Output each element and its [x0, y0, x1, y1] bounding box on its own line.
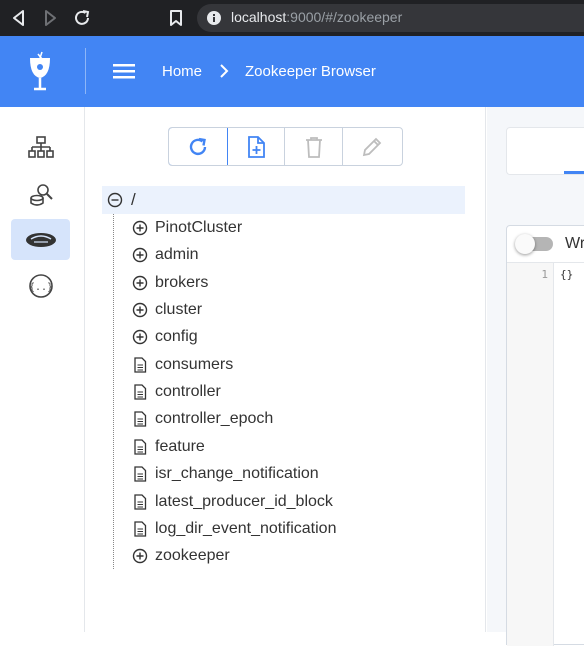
expand-icon[interactable]	[132, 548, 148, 564]
tree-node[interactable]: consumers	[132, 353, 233, 377]
editor-toolbar: Wr	[507, 226, 584, 263]
cluster-tree-icon	[27, 135, 54, 158]
tree-toolbar	[168, 127, 403, 166]
breadcrumb-current: Zookeeper Browser	[245, 63, 376, 80]
wrap-toggle-knob[interactable]	[515, 234, 535, 254]
pinot-logo-icon[interactable]	[26, 50, 54, 92]
tree-node-label: cluster	[155, 301, 203, 319]
left-sidebar: {..}	[0, 107, 85, 632]
tree-node[interactable]: cluster	[132, 298, 202, 322]
file-icon	[132, 493, 148, 510]
tree-node-label: brokers	[155, 273, 209, 291]
tree-node-label: PinotCluster	[155, 219, 243, 236]
app-header: Home Zookeeper Browser	[0, 36, 584, 107]
browser-toolbar: localhost:9000/#/zookeeper	[0, 0, 584, 36]
expand-icon[interactable]	[132, 329, 148, 345]
query-console-icon	[29, 183, 53, 206]
url-host: localhost	[231, 9, 287, 25]
tree-node-label: log_dir_event_notification	[155, 519, 337, 537]
tree-node-label: feature	[155, 437, 205, 455]
tree-node-label: consumers	[155, 355, 234, 373]
file-icon	[132, 411, 148, 428]
refresh-icon	[189, 137, 207, 155]
active-tab-indicator	[564, 171, 584, 174]
url-path: :9000/#/zookeeper	[286, 9, 403, 25]
line-gutter: 1	[507, 263, 554, 646]
tree-node[interactable]: latest_producer_id_block	[132, 490, 333, 514]
line-number: 1	[541, 268, 548, 281]
file-icon	[132, 466, 148, 482]
tree-node-label: controller	[155, 383, 221, 401]
tree-root-label: /	[131, 190, 136, 209]
reload-icon[interactable]	[72, 8, 92, 28]
tree-guide-line	[113, 214, 114, 569]
edit-button[interactable]	[343, 128, 401, 165]
tree-node[interactable]: controller	[132, 380, 221, 404]
tree-node-label: config	[155, 328, 198, 346]
tree-node-label: isr_change_notification	[155, 465, 319, 483]
tree-root-row[interactable]: /	[102, 186, 465, 214]
breadcrumb-home[interactable]: Home	[162, 63, 202, 80]
collapse-icon[interactable]	[107, 192, 123, 208]
sidebar-item-cluster-manager[interactable]	[11, 127, 70, 168]
refresh-button[interactable]	[169, 128, 228, 165]
details-tabs	[506, 127, 584, 175]
zookeeper-tree-panel: / PinotCluster admin brokers cluster config c…	[86, 107, 486, 632]
expand-icon[interactable]	[132, 275, 148, 291]
tree-node[interactable]: admin	[132, 243, 199, 267]
sidebar-item-swagger[interactable]: {..}	[11, 265, 70, 306]
expand-icon[interactable]	[132, 302, 148, 318]
svg-text:{..}: {..}	[28, 282, 52, 293]
url-text: localhost:9000/#/zookeeper	[231, 9, 402, 25]
back-icon[interactable]	[9, 8, 29, 28]
edit-icon	[362, 137, 382, 156]
tree-node[interactable]: zookeeper	[132, 544, 230, 568]
sidebar-item-query-console[interactable]	[11, 173, 70, 214]
tree-node[interactable]: PinotCluster	[132, 216, 242, 240]
header-divider	[85, 48, 86, 94]
chevron-right-icon	[220, 64, 229, 78]
node-details-panel: Wr 1 {}	[487, 107, 584, 646]
file-icon	[132, 357, 148, 373]
delete-icon	[305, 136, 322, 158]
expand-icon[interactable]	[132, 247, 148, 263]
site-info-icon[interactable]	[206, 10, 222, 26]
tree-node[interactable]: brokers	[132, 271, 208, 295]
add-file-icon	[247, 135, 265, 158]
address-bar[interactable]: localhost:9000/#/zookeeper	[197, 4, 584, 32]
delete-button[interactable]	[285, 128, 343, 165]
tree-node-label: admin	[155, 246, 199, 264]
zookeeper-icon	[25, 232, 56, 247]
tree-node-label: latest_producer_id_block	[155, 492, 333, 510]
swagger-api-icon: {..}	[28, 273, 53, 298]
file-icon	[132, 384, 148, 400]
tree-node[interactable]: config	[132, 325, 198, 349]
tree-node[interactable]: isr_change_notification	[132, 462, 319, 486]
file-icon	[132, 439, 148, 455]
wrap-toggle[interactable]	[515, 234, 553, 254]
tree-node-label: zookeeper	[155, 547, 230, 565]
wrap-label: Wr	[565, 235, 584, 252]
editor-content[interactable]: {}	[560, 268, 573, 281]
file-icon	[132, 521, 148, 537]
expand-icon[interactable]	[132, 220, 148, 236]
tree-node[interactable]: feature	[132, 435, 205, 459]
forward-icon[interactable]	[40, 8, 60, 28]
sidebar-item-zookeeper[interactable]	[11, 219, 70, 260]
add-node-button[interactable]	[227, 128, 285, 165]
tree-node-label: controller_epoch	[155, 410, 274, 428]
tree-node[interactable]: controller_epoch	[132, 407, 273, 431]
bookmark-icon[interactable]	[166, 8, 186, 28]
tree-node[interactable]: log_dir_event_notification	[132, 517, 336, 541]
json-editor: Wr 1 {}	[506, 225, 584, 646]
hamburger-menu-icon[interactable]	[113, 61, 135, 81]
